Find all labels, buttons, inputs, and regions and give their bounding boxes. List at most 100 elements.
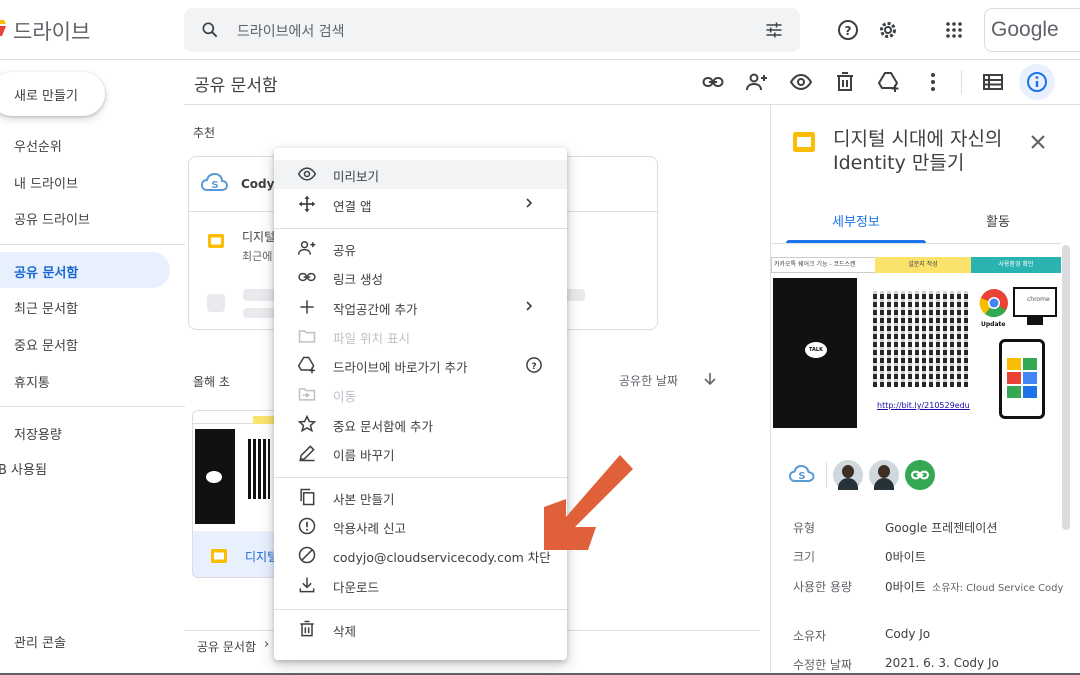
file-card[interactable]: 디지털 — [192, 410, 282, 578]
sidebar-item-label: 저장용량 — [14, 428, 62, 443]
share-person-add-icon[interactable] — [745, 70, 769, 94]
help-icon[interactable]: ? — [836, 18, 860, 42]
menu-item-label: 링크 생성 — [333, 272, 383, 287]
chevron-right-icon — [526, 198, 533, 208]
menu-item-download[interactable]: 다운로드 — [274, 571, 567, 600]
get-link-icon[interactable] — [701, 70, 725, 94]
menu-separator — [274, 609, 567, 610]
menu-item-delete[interactable]: 삭제 — [274, 615, 567, 644]
page-title: 공유 문서함 — [194, 76, 278, 96]
admin-console-link[interactable]: 관리 콘솔 — [0, 622, 170, 658]
chevron-right-icon — [526, 301, 533, 311]
recommended-label: 추천 — [193, 126, 216, 140]
svg-text:S: S — [798, 471, 805, 482]
cloud-service-avatar-icon: S — [201, 173, 229, 191]
menu-item-preview[interactable]: 미리보기 — [274, 160, 567, 189]
sidebar-item-label: 최근 문서함 — [14, 302, 78, 317]
sidebar-item-label: 우선순위 — [14, 140, 62, 155]
link-sharing-avatar[interactable] — [905, 460, 935, 490]
drive-logo-icon[interactable] — [0, 20, 6, 36]
menu-item-label: 삭제 — [333, 624, 357, 639]
add-shortcut-drive-icon[interactable] — [877, 70, 901, 94]
details-scrollbar[interactable] — [1062, 245, 1070, 530]
sidebar-divider — [0, 406, 185, 407]
sidebar-item-label: 내 드라이브 — [14, 177, 78, 192]
menu-item-add-to-workspace[interactable]: 작업공간에 추가 — [274, 293, 567, 322]
details-title: 디지털 시대에 자신의 Identity 만들기 — [833, 128, 1003, 174]
menu-item-get-link[interactable]: 링크 생성 — [274, 263, 567, 292]
sidebar-item-label: 공유 드라이브 — [14, 213, 90, 228]
menu-separator — [274, 477, 567, 478]
trash-icon — [300, 620, 314, 637]
sidebar-item-trash[interactable]: 휴지통 — [0, 362, 170, 398]
top-bar: 드라이브 드라이브에서 검색 ? Google — [0, 0, 1080, 60]
apps-grid-icon[interactable] — [942, 18, 966, 42]
svg-text:?: ? — [845, 24, 852, 38]
menu-item-report-abuse[interactable]: 악용사례 신고 — [274, 512, 567, 541]
preview-banner-step: 카카오톡 쉐어크 기능 - 코드스캔 — [771, 257, 877, 273]
prop-storage-owner: 소유자: Cloud Service Cody — [932, 583, 1064, 594]
sidebar-item-storage[interactable]: 저장용량 — [0, 414, 170, 450]
preview-mobile — [999, 339, 1045, 419]
star-icon — [297, 414, 317, 433]
storage-usage-label: B 사용됨 — [0, 463, 47, 478]
prop-value-modified: 2021. 6. 3. Cody Jo — [885, 656, 999, 670]
more-vert-icon[interactable] — [921, 70, 945, 94]
search-icon[interactable] — [200, 20, 220, 40]
download-icon — [299, 577, 315, 593]
tab-activity[interactable]: 활동 — [986, 211, 1010, 230]
delete-trash-icon[interactable] — [833, 70, 857, 94]
menu-item-label: 공유 — [333, 243, 357, 258]
skeleton-block — [207, 294, 225, 312]
search-bar[interactable]: 드라이브에서 검색 — [184, 8, 800, 52]
menu-item-open-with[interactable]: 연결 앱 — [274, 190, 567, 219]
cloud-service-avatar-icon[interactable]: S — [787, 460, 817, 490]
sidebar-item-label: 휴지통 — [14, 376, 50, 391]
menu-item-show-file-location: 파일 위치 표시 — [274, 322, 567, 351]
prop-label-type: 유형 — [793, 521, 816, 535]
move-to-icon — [298, 388, 316, 401]
sidebar-item-shared-with-me[interactable]: 공유 문서함 — [0, 252, 170, 288]
sort-label[interactable]: 공유한 날짜 — [619, 372, 678, 389]
preview-link[interactable]: http://bit.ly/210529edu — [877, 401, 970, 410]
view-details-button[interactable] — [1019, 64, 1055, 100]
settings-gear-icon[interactable] — [876, 18, 900, 42]
menu-item-label: 드라이브에 바로가기 추가 — [333, 360, 468, 375]
google-account-label: Google — [991, 18, 1059, 41]
file-preview[interactable]: 카카오톡 쉐어크 기능 - 코드스캔 설문지 작성 사용환경 확인 TALK h… — [771, 255, 1061, 445]
preview-eye-icon[interactable] — [789, 70, 813, 94]
menu-item-label: 다운로드 — [333, 580, 380, 595]
menu-item-make-copy[interactable]: 사본 만들기 — [274, 483, 567, 512]
prop-value-owner: Cody Jo — [885, 627, 931, 641]
new-button[interactable]: 새로 만들기 — [0, 72, 105, 116]
svg-text:?: ? — [531, 361, 536, 372]
menu-item-block-user[interactable]: codyjo@cloudservicecody.com 차단 — [274, 541, 567, 570]
menu-item-label: 파일 위치 표시 — [333, 331, 410, 346]
tab-details[interactable]: 세부정보 — [832, 211, 880, 230]
menu-item-rename[interactable]: 이름 바꾸기 — [274, 439, 567, 468]
qr-code-pattern — [873, 291, 969, 387]
menu-item-share[interactable]: 공유 — [274, 234, 567, 263]
sidebar-item-priority[interactable]: 우선순위 — [0, 126, 170, 162]
sidebar-item-recent[interactable]: 최근 문서함 — [0, 288, 170, 324]
sidebar-item-starred[interactable]: 중요 문서함 — [0, 325, 170, 361]
move-icon — [298, 195, 316, 213]
slides-file-icon — [793, 132, 815, 152]
account-switcher[interactable]: Google — [984, 8, 1080, 52]
tune-icon[interactable] — [764, 20, 784, 40]
user-avatar[interactable] — [833, 460, 863, 490]
sidebar-item-shared-drives[interactable]: 공유 드라이브 — [0, 199, 170, 235]
search-input[interactable]: 드라이브에서 검색 — [237, 21, 345, 41]
user-avatar[interactable] — [869, 460, 899, 490]
admin-console-label: 관리 콘솔 — [14, 636, 66, 651]
sort-arrow-down-icon[interactable] — [702, 371, 718, 387]
breadcrumb[interactable]: 공유 문서함 — [197, 638, 256, 655]
menu-item-add-to-starred[interactable]: 중요 문서함에 추가 — [274, 410, 567, 439]
app-title[interactable]: 드라이브 — [13, 16, 90, 46]
prop-label-modified: 수정한 날짜 — [793, 658, 853, 672]
list-view-icon[interactable] — [981, 70, 1005, 94]
sidebar-item-my-drive[interactable]: 내 드라이브 — [0, 163, 170, 199]
menu-item-add-shortcut[interactable]: 드라이브에 바로가기 추가 ? — [274, 351, 567, 380]
close-icon[interactable] — [1027, 131, 1049, 153]
help-icon[interactable]: ? — [524, 355, 544, 375]
